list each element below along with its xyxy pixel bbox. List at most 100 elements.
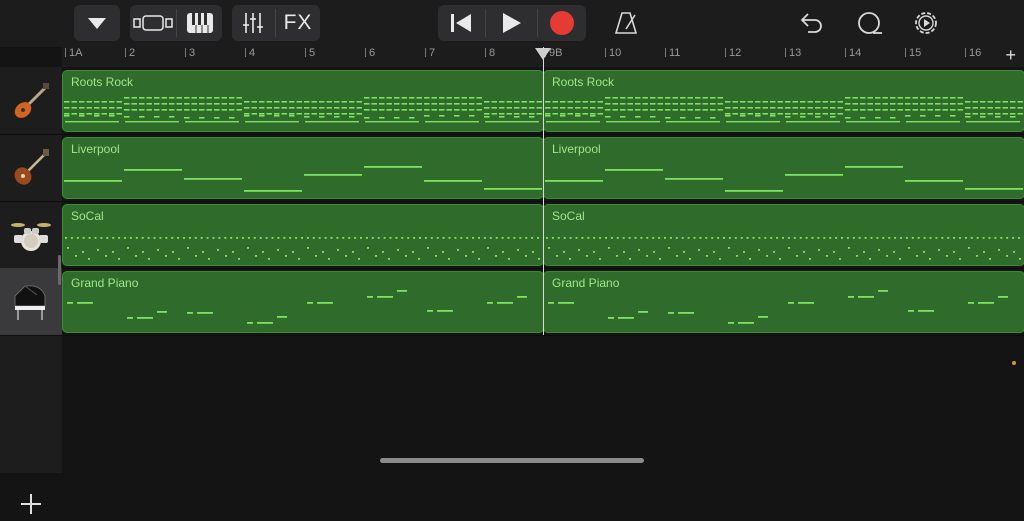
loop-browser-button[interactable] bbox=[849, 5, 889, 41]
midi-note bbox=[800, 101, 806, 103]
midi-note bbox=[740, 101, 746, 103]
midi-note bbox=[132, 109, 138, 111]
midi-notes bbox=[63, 138, 543, 198]
midi-note bbox=[319, 101, 325, 103]
midi-note bbox=[490, 237, 492, 239]
midi-note bbox=[154, 97, 160, 99]
metronome-button[interactable] bbox=[606, 5, 646, 41]
home-indicator[interactable] bbox=[380, 458, 644, 463]
midi-note bbox=[282, 113, 288, 115]
midi-note bbox=[808, 113, 814, 115]
track-header-grand-piano[interactable] bbox=[0, 268, 62, 336]
region-roots-rock-2[interactable]: Roots Rock bbox=[543, 70, 1024, 132]
region-liverpool-1[interactable]: Liverpool bbox=[62, 137, 544, 199]
midi-note bbox=[537, 237, 539, 239]
track-scroll-indicator[interactable] bbox=[58, 255, 61, 285]
bar-number: 3 bbox=[185, 48, 195, 57]
midi-note bbox=[402, 97, 408, 99]
midi-note bbox=[808, 107, 814, 109]
bar-number: 12 bbox=[725, 48, 741, 57]
midi-note bbox=[941, 237, 943, 239]
bar-number: 13 bbox=[785, 48, 801, 57]
rewind-button[interactable] bbox=[438, 5, 484, 41]
playhead-handle[interactable] bbox=[535, 48, 551, 60]
midi-note bbox=[334, 116, 340, 118]
midi-note bbox=[439, 109, 445, 111]
region-grand-piano-2[interactable]: Grand Piano bbox=[543, 271, 1024, 333]
bar-number: 6 bbox=[365, 48, 375, 57]
add-section-button[interactable]: + bbox=[1005, 45, 1016, 66]
midi-note bbox=[169, 97, 175, 99]
mixer-button[interactable] bbox=[232, 5, 274, 41]
midi-note bbox=[758, 249, 760, 251]
midi-note bbox=[658, 103, 664, 105]
midi-note bbox=[770, 107, 776, 109]
midi-note bbox=[628, 97, 634, 99]
midi-note bbox=[623, 237, 625, 239]
midi-note bbox=[875, 117, 881, 119]
midi-note bbox=[169, 116, 175, 118]
undo-button[interactable] bbox=[791, 5, 831, 41]
midi-note bbox=[918, 310, 934, 312]
midi-note bbox=[766, 255, 768, 257]
playhead[interactable] bbox=[543, 47, 544, 335]
record-button[interactable] bbox=[538, 5, 586, 41]
midi-note bbox=[349, 107, 355, 109]
midi-note bbox=[522, 101, 528, 103]
midi-note bbox=[947, 237, 949, 239]
add-track-button[interactable] bbox=[0, 487, 62, 521]
midi-note bbox=[472, 251, 474, 253]
midi-note bbox=[109, 107, 115, 109]
fx-button[interactable]: FX bbox=[276, 5, 320, 41]
midi-note bbox=[703, 109, 709, 111]
midi-note bbox=[412, 251, 414, 253]
settings-button[interactable] bbox=[906, 5, 946, 41]
midi-note bbox=[659, 258, 661, 260]
region-socal-1[interactable]: SoCal bbox=[62, 204, 544, 266]
keyboard-button[interactable] bbox=[177, 5, 222, 41]
midi-note bbox=[908, 310, 914, 312]
midi-note bbox=[319, 116, 325, 118]
midi-note bbox=[342, 237, 344, 239]
midi-note bbox=[124, 109, 130, 111]
midi-note bbox=[569, 258, 571, 260]
play-button[interactable] bbox=[486, 5, 536, 41]
midi-note bbox=[558, 302, 574, 304]
midi-note bbox=[497, 302, 513, 304]
midi-note bbox=[334, 107, 340, 109]
midi-note bbox=[377, 296, 393, 298]
track-header-roots-rock[interactable] bbox=[0, 67, 62, 135]
midi-note bbox=[785, 107, 791, 109]
midi-note bbox=[593, 237, 595, 239]
midi-note bbox=[846, 121, 900, 122]
midi-note bbox=[726, 121, 780, 122]
midi-note bbox=[472, 237, 474, 239]
midi-note bbox=[184, 117, 190, 119]
midi-note bbox=[635, 109, 641, 111]
settings-icon bbox=[912, 9, 940, 37]
midi-note bbox=[532, 251, 534, 253]
region-socal-2[interactable]: SoCal bbox=[543, 204, 1024, 266]
midi-note bbox=[755, 101, 761, 103]
menu-button[interactable] bbox=[74, 5, 120, 41]
midi-note bbox=[894, 237, 896, 239]
midi-note bbox=[514, 101, 520, 103]
region-grand-piano-1[interactable]: Grand Piano bbox=[62, 271, 544, 333]
midi-note bbox=[94, 101, 100, 103]
track-header-liverpool[interactable] bbox=[0, 134, 62, 202]
region-liverpool-2[interactable]: Liverpool bbox=[543, 137, 1024, 199]
midi-note bbox=[764, 237, 766, 239]
midi-note bbox=[553, 101, 559, 103]
region-roots-rock-1[interactable]: Roots Rock bbox=[62, 70, 544, 132]
midi-note bbox=[364, 166, 422, 168]
midi-note bbox=[364, 97, 370, 99]
midi-note bbox=[710, 103, 716, 105]
midi-note bbox=[79, 113, 85, 115]
midi-note bbox=[135, 255, 137, 257]
midi-note bbox=[575, 101, 581, 103]
track-header-socal[interactable] bbox=[0, 201, 62, 269]
midi-note bbox=[449, 237, 451, 239]
midi-note bbox=[77, 302, 93, 304]
midi-note bbox=[64, 180, 122, 182]
tracks-view-button[interactable] bbox=[130, 5, 176, 41]
